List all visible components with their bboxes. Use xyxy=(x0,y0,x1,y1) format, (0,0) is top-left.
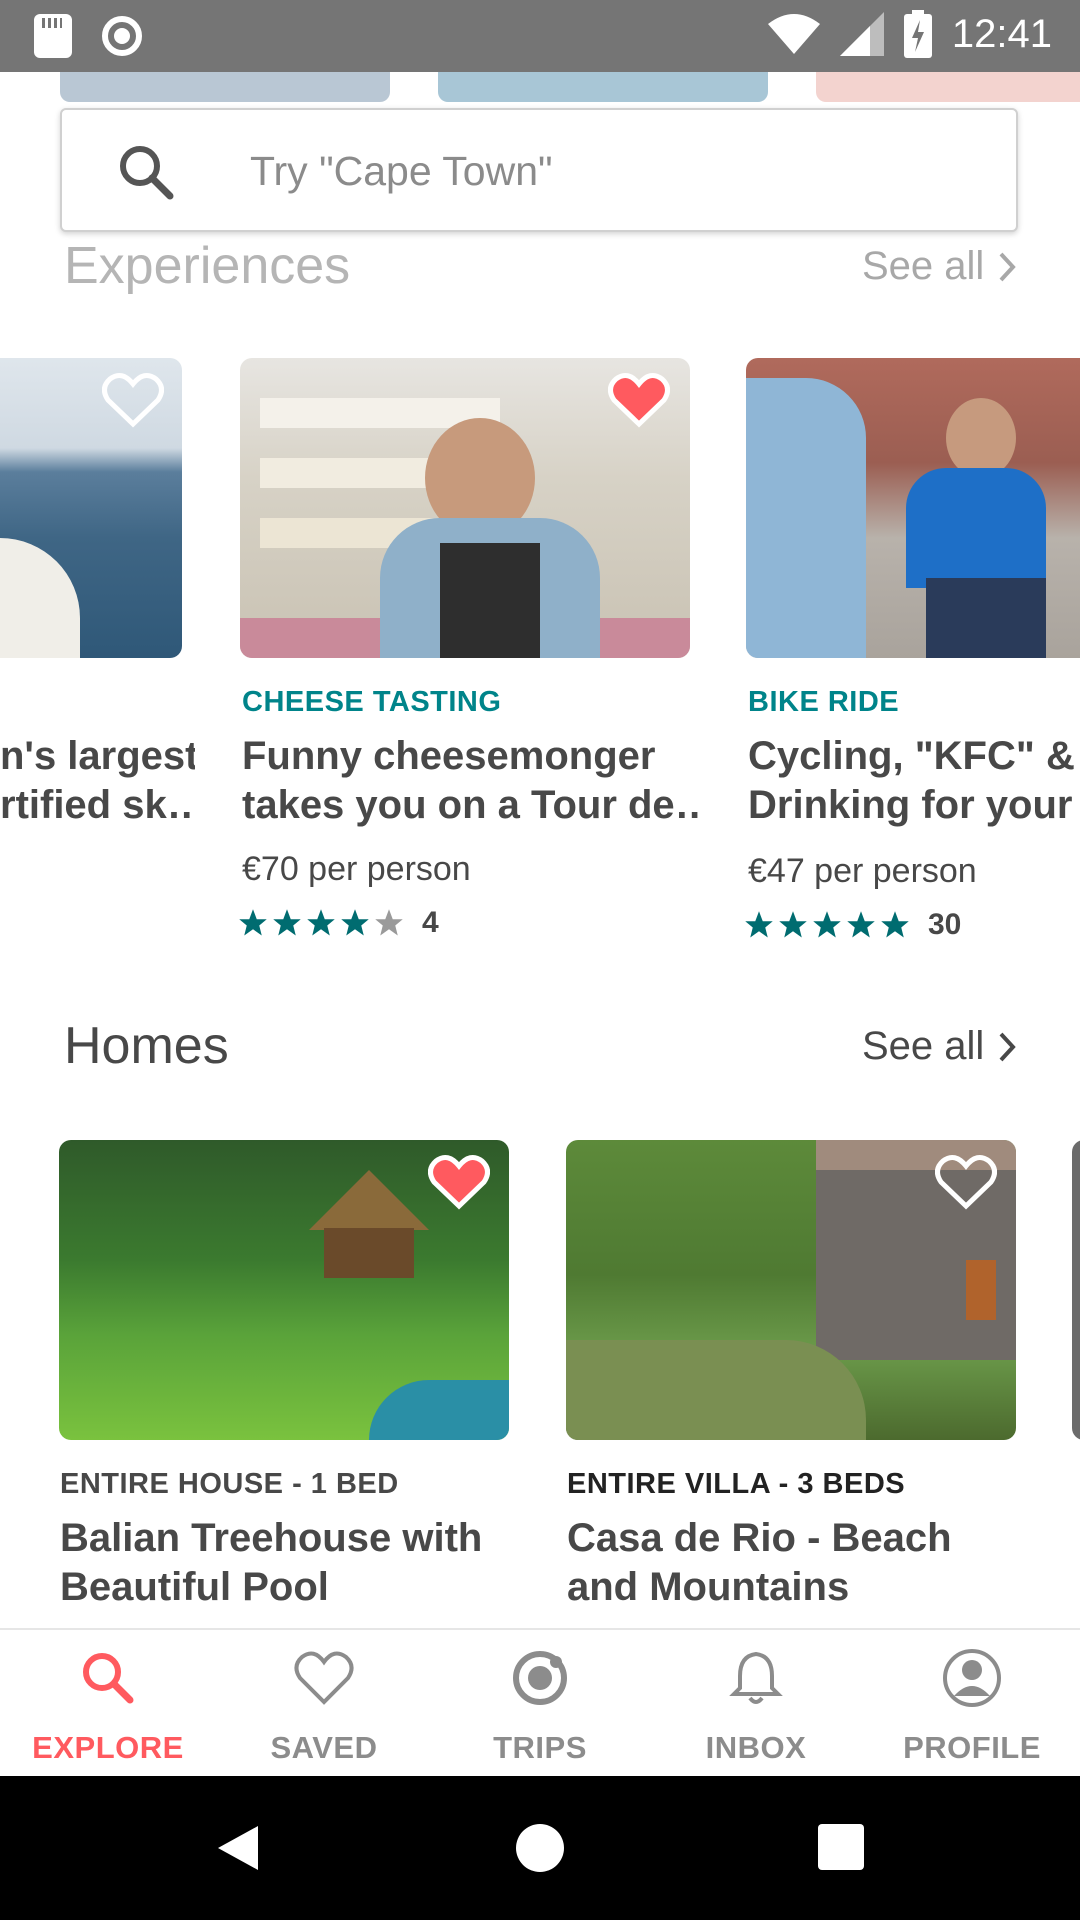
experience-category: CHEESE TASTING xyxy=(242,686,502,718)
nav-label: TRIPS xyxy=(493,1730,587,1765)
star-icon xyxy=(307,909,335,936)
star-icon xyxy=(881,911,909,938)
home-title: Balian Treehouse with Beautiful Pool xyxy=(60,1516,483,1609)
search-input[interactable] xyxy=(248,138,952,204)
signal-icon xyxy=(839,12,884,56)
heart-icon xyxy=(294,1651,354,1705)
nav-label: INBOX xyxy=(705,1730,807,1765)
home-icon[interactable] xyxy=(514,1822,566,1874)
experience-price: €47 per person xyxy=(748,852,977,890)
sd-card-icon xyxy=(34,14,72,58)
homes-title: Homes xyxy=(64,1017,229,1075)
home-title: Casa de Rio - Beach and Mountains xyxy=(567,1516,952,1609)
star-icon xyxy=(847,911,875,938)
experience-title: Funny cheesemonger takes you on a Tour d… xyxy=(242,734,702,827)
rating-count: 4 xyxy=(422,906,439,939)
homes-see-all-link[interactable]: See all xyxy=(862,1024,1017,1069)
experience-title: Cycling, "KFC" & Drinking for your S xyxy=(748,734,1080,827)
heart-icon[interactable] xyxy=(608,372,670,428)
bottom-navigation: EXPLORE SAVED TRIPS INBOX PROFILE xyxy=(0,1628,1080,1778)
heart-icon[interactable] xyxy=(935,1154,997,1210)
status-bar: 12:41 xyxy=(0,0,1080,72)
battery-icon xyxy=(903,10,932,58)
star-icon xyxy=(779,911,807,938)
bell-icon xyxy=(729,1651,783,1704)
heart-icon[interactable] xyxy=(428,1154,490,1210)
nav-explore[interactable]: EXPLORE xyxy=(0,1630,216,1778)
home-category: ENTIRE HOUSE - 1 BED xyxy=(60,1468,399,1500)
home-image xyxy=(1072,1140,1080,1440)
star-icon xyxy=(273,909,301,936)
star-icon xyxy=(341,909,369,936)
chevron-right-icon xyxy=(999,252,1017,281)
back-icon[interactable] xyxy=(212,1822,264,1874)
rating: 30 xyxy=(744,908,961,942)
heart-icon[interactable] xyxy=(102,372,164,428)
star-icon xyxy=(813,911,841,938)
star-icon xyxy=(239,909,267,936)
nav-label: EXPLORE xyxy=(32,1730,184,1765)
trips-icon xyxy=(513,1651,567,1705)
nav-label: PROFILE xyxy=(903,1730,1041,1765)
nav-trips[interactable]: TRIPS xyxy=(432,1630,648,1778)
record-icon xyxy=(102,16,142,56)
experience-title: n's largest rtified sk… xyxy=(0,734,195,827)
rating: 4 xyxy=(238,906,439,940)
search-bar[interactable] xyxy=(60,108,1018,232)
experience-price: €70 per person xyxy=(242,850,471,888)
clock: 12:41 xyxy=(951,11,1052,56)
system-navigation-bar xyxy=(0,1776,1080,1920)
scrolled-header-images xyxy=(0,72,1080,106)
nav-label: SAVED xyxy=(270,1730,378,1765)
home-category: ENTIRE VILLA - 3 BEDS xyxy=(567,1468,906,1500)
chevron-right-icon xyxy=(999,1032,1017,1061)
experience-image xyxy=(746,358,1080,658)
profile-icon xyxy=(943,1649,1001,1707)
experiences-title: Experiences xyxy=(64,237,351,295)
nav-saved[interactable]: SAVED xyxy=(216,1630,432,1778)
star-icon xyxy=(745,911,773,938)
rating-count: 30 xyxy=(928,908,962,941)
nav-profile[interactable]: PROFILE xyxy=(864,1630,1080,1778)
search-icon xyxy=(120,146,174,200)
experiences-see-all-link[interactable]: See all xyxy=(862,244,1017,289)
experience-category: BIKE RIDE xyxy=(748,686,900,718)
recents-icon[interactable] xyxy=(818,1824,864,1870)
wifi-icon xyxy=(767,14,820,54)
nav-inbox[interactable]: INBOX xyxy=(648,1630,864,1778)
star-empty-icon xyxy=(375,909,403,936)
see-all-label: See all xyxy=(862,244,985,288)
search-icon xyxy=(83,1653,134,1704)
see-all-label: See all xyxy=(862,1024,985,1068)
